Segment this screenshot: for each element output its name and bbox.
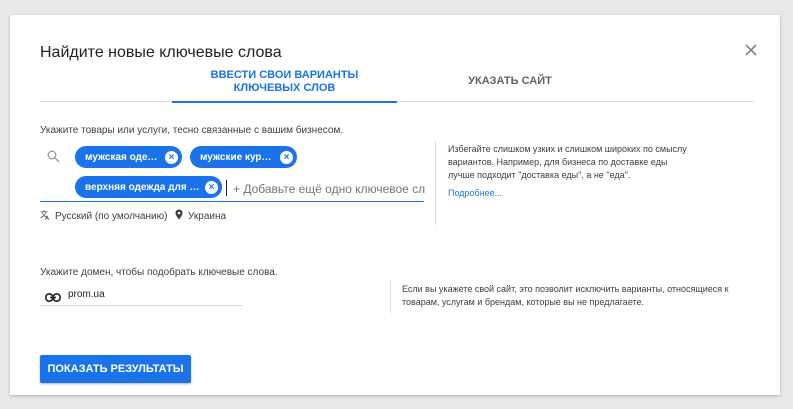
location-selector[interactable]: Украина [175,209,226,223]
remove-chip-icon[interactable]: × [205,180,218,194]
keyword-input-underline [40,201,424,202]
keyword-planner-dialog: Найдите новые ключевые слова Ввести свои… [10,15,780,395]
keyword-chip-text: верхняя одежда для му... [85,181,200,193]
search-icon [47,150,60,168]
translate-icon: 文 A [40,209,51,223]
svg-text:A: A [45,215,50,220]
keywords-help-text: Избегайте слишком узких и слишком широки… [448,144,687,180]
keywords-divider [435,141,436,225]
tab-enter-keywords[interactable]: Ввести свои варианты ключевых слов [172,68,397,103]
location-pin-icon [175,209,183,223]
domain-input-underline [40,305,243,306]
keyword-chip[interactable]: мужская одежда × [75,146,182,168]
domain-section-label: Укажите домен, чтобы подобрать ключевые … [40,267,278,278]
show-results-button[interactable]: Показать результаты [40,355,191,383]
domain-input[interactable] [68,286,238,302]
tab-enter-keywords-label: Ввести свои варианты ключевых слов [210,69,359,94]
language-label: Русский (по умолчанию) [55,210,168,222]
keyword-chip-text: мужская одежда [85,151,160,163]
keyword-chip[interactable]: верхняя одежда для му... × [75,176,222,198]
domain-divider [390,280,391,313]
keyword-chip[interactable]: мужские куртки × [190,146,297,168]
dialog-title: Найдите новые ключевые слова [40,44,282,61]
domain-help-text: Если вы укажете свой сайт, это позволит … [402,284,729,307]
tab-bar: Ввести свои варианты ключевых слов Указа… [40,68,754,103]
close-icon[interactable] [743,42,759,58]
tab-specify-site-label: Указать сайт [468,75,552,87]
learn-more-link[interactable]: Подробнее... [448,188,502,198]
keyword-chip-text: мужские куртки [200,151,275,163]
keywords-section-label: Укажите товары или услуги, тесно связанн… [40,125,344,136]
remove-chip-icon[interactable]: × [165,150,178,164]
keyword-input[interactable] [227,178,429,200]
remove-chip-icon[interactable]: × [280,150,293,164]
tab-specify-site[interactable]: Указать сайт [440,68,580,100]
language-selector[interactable]: 文 A Русский (по умолчанию) [40,209,167,223]
location-label: Украина [188,210,227,222]
